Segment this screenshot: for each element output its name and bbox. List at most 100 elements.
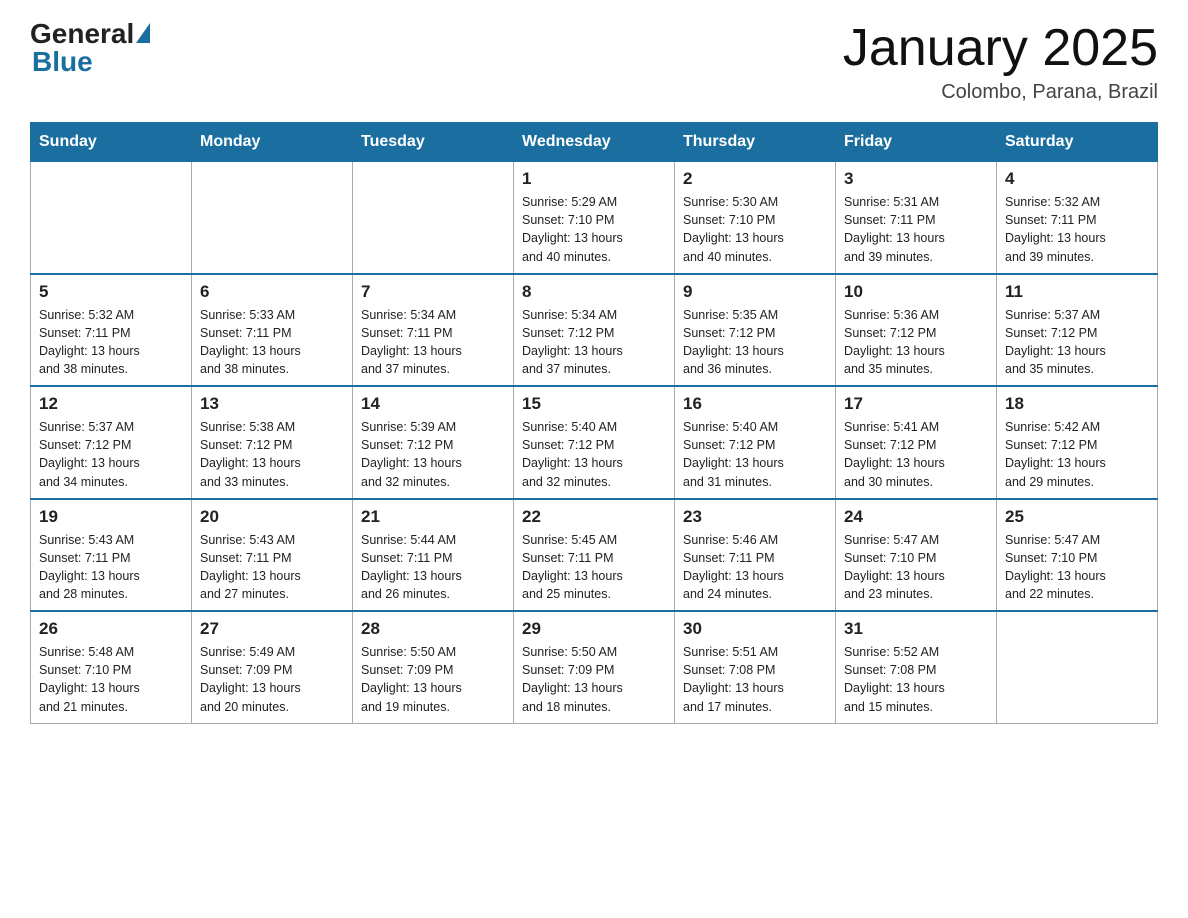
calendar-day-cell: 30 Sunrise: 5:51 AM Sunset: 7:08 PM Dayli… — [675, 611, 836, 723]
day-info: Sunrise: 5:31 AM Sunset: 7:11 PM Dayligh… — [844, 193, 988, 266]
calendar-day-cell: 29 Sunrise: 5:50 AM Sunset: 7:09 PM Dayli… — [514, 611, 675, 723]
calendar-day-cell: 6Sunrise: 5:33 AM Sunset: 7:11 PM Daylig… — [192, 274, 353, 387]
day-info: Sunrise: 5:50 AM Sunset: 7:09 PM Dayligh… — [522, 643, 666, 716]
day-info: Sunrise: 5:38 AM Sunset: 7:12 PM Dayligh… — [200, 418, 344, 491]
day-info: Sunrise: 5:39 AM Sunset: 7:12 PM Dayligh… — [361, 418, 505, 491]
day-number: 18 — [1005, 394, 1149, 414]
logo: General Blue — [30, 20, 150, 78]
calendar-day-cell — [192, 162, 353, 274]
calendar-week-row: 1 Sunrise: 5:29 AM Sunset: 7:10 PM Daylig… — [31, 162, 1158, 274]
calendar-week-row: 19 Sunrise: 5:43 AM Sunset: 7:11 PM Dayli… — [31, 499, 1158, 612]
day-info: Sunrise: 5:34 AM Sunset: 7:11 PM Dayligh… — [361, 306, 505, 379]
day-number: 29 — [522, 619, 666, 639]
calendar-day-cell: 15 Sunrise: 5:40 AM Sunset: 7:12 PM Dayli… — [514, 386, 675, 499]
logo-general-text: General — [30, 20, 134, 48]
calendar-day-cell: 4 Sunrise: 5:32 AM Sunset: 7:11 PM Daylig… — [997, 162, 1158, 274]
page-header: General Blue January 2025 Colombo, Paran… — [30, 20, 1158, 104]
day-number: 15 — [522, 394, 666, 414]
calendar-day-cell: 8 Sunrise: 5:34 AM Sunset: 7:12 PM Daylig… — [514, 274, 675, 387]
day-info: Sunrise: 5:35 AM Sunset: 7:12 PM Dayligh… — [683, 306, 827, 379]
day-number: 19 — [39, 507, 183, 527]
day-number: 27 — [200, 619, 344, 639]
day-info: Sunrise: 5:43 AM Sunset: 7:11 PM Dayligh… — [39, 531, 183, 604]
column-header-wednesday: Wednesday — [514, 123, 675, 162]
calendar-table: SundayMondayTuesdayWednesdayThursdayFrid… — [30, 122, 1158, 724]
calendar-day-cell: 22Sunrise: 5:45 AM Sunset: 7:11 PM Dayli… — [514, 499, 675, 612]
title-block: January 2025 Colombo, Parana, Brazil — [843, 20, 1158, 104]
column-header-thursday: Thursday — [675, 123, 836, 162]
day-number: 28 — [361, 619, 505, 639]
day-number: 6 — [200, 282, 344, 302]
calendar-day-cell: 10 Sunrise: 5:36 AM Sunset: 7:12 PM Dayli… — [836, 274, 997, 387]
calendar-day-cell: 7 Sunrise: 5:34 AM Sunset: 7:11 PM Daylig… — [353, 274, 514, 387]
day-number: 13 — [200, 394, 344, 414]
calendar-day-cell: 3 Sunrise: 5:31 AM Sunset: 7:11 PM Daylig… — [836, 162, 997, 274]
day-info: Sunrise: 5:36 AM Sunset: 7:12 PM Dayligh… — [844, 306, 988, 379]
day-info: Sunrise: 5:48 AM Sunset: 7:10 PM Dayligh… — [39, 643, 183, 716]
calendar-day-cell: 28 Sunrise: 5:50 AM Sunset: 7:09 PM Dayli… — [353, 611, 514, 723]
day-number: 30 — [683, 619, 827, 639]
logo-triangle-icon — [136, 23, 150, 43]
calendar-header-row: SundayMondayTuesdayWednesdayThursdayFrid… — [31, 123, 1158, 162]
column-header-sunday: Sunday — [31, 123, 192, 162]
day-info: Sunrise: 5:37 AM Sunset: 7:12 PM Dayligh… — [39, 418, 183, 491]
day-info: Sunrise: 5:49 AM Sunset: 7:09 PM Dayligh… — [200, 643, 344, 716]
location-title: Colombo, Parana, Brazil — [843, 81, 1158, 104]
day-info: Sunrise: 5:47 AM Sunset: 7:10 PM Dayligh… — [844, 531, 988, 604]
calendar-week-row: 5 Sunrise: 5:32 AM Sunset: 7:11 PM Daylig… — [31, 274, 1158, 387]
calendar-day-cell: 16Sunrise: 5:40 AM Sunset: 7:12 PM Dayli… — [675, 386, 836, 499]
day-info: Sunrise: 5:32 AM Sunset: 7:11 PM Dayligh… — [39, 306, 183, 379]
logo-text: General — [30, 20, 150, 48]
calendar-week-row: 12 Sunrise: 5:37 AM Sunset: 7:12 PM Dayli… — [31, 386, 1158, 499]
day-number: 7 — [361, 282, 505, 302]
calendar-day-cell — [997, 611, 1158, 723]
day-number: 10 — [844, 282, 988, 302]
calendar-day-cell: 19 Sunrise: 5:43 AM Sunset: 7:11 PM Dayli… — [31, 499, 192, 612]
day-info: Sunrise: 5:44 AM Sunset: 7:11 PM Dayligh… — [361, 531, 505, 604]
calendar-day-cell: 23Sunrise: 5:46 AM Sunset: 7:11 PM Dayli… — [675, 499, 836, 612]
day-info: Sunrise: 5:43 AM Sunset: 7:11 PM Dayligh… — [200, 531, 344, 604]
calendar-day-cell: 25Sunrise: 5:47 AM Sunset: 7:10 PM Dayli… — [997, 499, 1158, 612]
day-info: Sunrise: 5:30 AM Sunset: 7:10 PM Dayligh… — [683, 193, 827, 266]
column-header-monday: Monday — [192, 123, 353, 162]
calendar-day-cell: 24Sunrise: 5:47 AM Sunset: 7:10 PM Dayli… — [836, 499, 997, 612]
calendar-day-cell: 18 Sunrise: 5:42 AM Sunset: 7:12 PM Dayli… — [997, 386, 1158, 499]
calendar-day-cell: 13 Sunrise: 5:38 AM Sunset: 7:12 PM Dayli… — [192, 386, 353, 499]
day-info: Sunrise: 5:51 AM Sunset: 7:08 PM Dayligh… — [683, 643, 827, 716]
day-number: 21 — [361, 507, 505, 527]
day-number: 4 — [1005, 169, 1149, 189]
day-number: 17 — [844, 394, 988, 414]
day-number: 26 — [39, 619, 183, 639]
month-title: January 2025 — [843, 20, 1158, 77]
calendar-day-cell: 21 Sunrise: 5:44 AM Sunset: 7:11 PM Dayli… — [353, 499, 514, 612]
day-info: Sunrise: 5:50 AM Sunset: 7:09 PM Dayligh… — [361, 643, 505, 716]
column-header-friday: Friday — [836, 123, 997, 162]
calendar-week-row: 26 Sunrise: 5:48 AM Sunset: 7:10 PM Dayli… — [31, 611, 1158, 723]
day-info: Sunrise: 5:32 AM Sunset: 7:11 PM Dayligh… — [1005, 193, 1149, 266]
calendar-day-cell: 17Sunrise: 5:41 AM Sunset: 7:12 PM Dayli… — [836, 386, 997, 499]
calendar-day-cell: 1 Sunrise: 5:29 AM Sunset: 7:10 PM Daylig… — [514, 162, 675, 274]
day-number: 9 — [683, 282, 827, 302]
day-number: 22 — [522, 507, 666, 527]
day-info: Sunrise: 5:42 AM Sunset: 7:12 PM Dayligh… — [1005, 418, 1149, 491]
column-header-tuesday: Tuesday — [353, 123, 514, 162]
day-info: Sunrise: 5:40 AM Sunset: 7:12 PM Dayligh… — [522, 418, 666, 491]
day-number: 12 — [39, 394, 183, 414]
day-number: 8 — [522, 282, 666, 302]
day-info: Sunrise: 5:52 AM Sunset: 7:08 PM Dayligh… — [844, 643, 988, 716]
day-number: 1 — [522, 169, 666, 189]
calendar-day-cell: 26 Sunrise: 5:48 AM Sunset: 7:10 PM Dayli… — [31, 611, 192, 723]
day-number: 5 — [39, 282, 183, 302]
day-info: Sunrise: 5:46 AM Sunset: 7:11 PM Dayligh… — [683, 531, 827, 604]
calendar-day-cell: 2 Sunrise: 5:30 AM Sunset: 7:10 PM Daylig… — [675, 162, 836, 274]
logo-blue-text: Blue — [30, 46, 93, 78]
day-info: Sunrise: 5:47 AM Sunset: 7:10 PM Dayligh… — [1005, 531, 1149, 604]
day-number: 3 — [844, 169, 988, 189]
day-info: Sunrise: 5:29 AM Sunset: 7:10 PM Dayligh… — [522, 193, 666, 266]
day-info: Sunrise: 5:40 AM Sunset: 7:12 PM Dayligh… — [683, 418, 827, 491]
calendar-day-cell: 14Sunrise: 5:39 AM Sunset: 7:12 PM Dayli… — [353, 386, 514, 499]
day-number: 2 — [683, 169, 827, 189]
day-info: Sunrise: 5:34 AM Sunset: 7:12 PM Dayligh… — [522, 306, 666, 379]
column-header-saturday: Saturday — [997, 123, 1158, 162]
calendar-day-cell: 27 Sunrise: 5:49 AM Sunset: 7:09 PM Dayli… — [192, 611, 353, 723]
